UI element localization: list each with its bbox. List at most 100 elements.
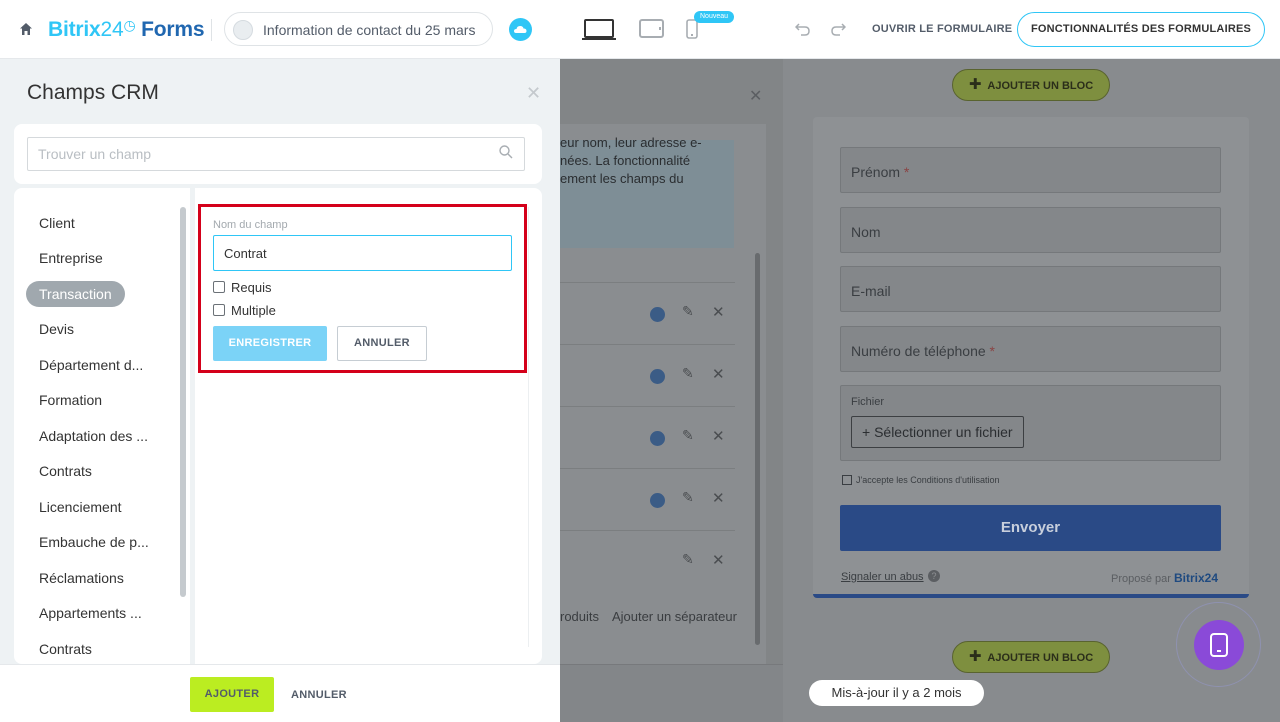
add-block-button-top[interactable]: ✚ AJOUTER UN BLOC: [952, 69, 1110, 101]
field-row[interactable]: ✎ ✕: [560, 468, 735, 530]
tablet-view-icon[interactable]: [639, 19, 664, 39]
category-item-client[interactable]: Client: [26, 210, 88, 236]
send-button[interactable]: Envoyer: [840, 505, 1221, 551]
category-item-company[interactable]: Entreprise: [26, 245, 116, 271]
crm-user-icon: [650, 431, 665, 446]
field-name-input[interactable]: [213, 235, 512, 271]
multiple-label: Multiple: [231, 303, 276, 318]
brand-name: Bitrix: [48, 18, 101, 41]
pencil-icon[interactable]: ✎: [682, 427, 694, 444]
search-icon[interactable]: [499, 145, 513, 159]
help-icon[interactable]: ?: [928, 570, 940, 582]
phone-field[interactable]: Numéro de téléphone *: [840, 326, 1221, 372]
last-updated-badge: Mis-à-jour il y a 2 mois: [809, 680, 984, 706]
add-block-label: AJOUTER UN BLOC: [987, 652, 1094, 664]
mobile-icon: [1210, 633, 1228, 657]
brand-suffix: Forms: [141, 18, 205, 41]
top-bar: Bitrix24◷ Forms Information de contact d…: [0, 0, 1280, 59]
mobile-preview-button[interactable]: [1194, 620, 1244, 670]
close-icon[interactable]: ✕: [749, 86, 762, 106]
category-item-complaints[interactable]: Réclamations: [26, 565, 137, 591]
delete-icon[interactable]: ✕: [712, 303, 725, 321]
required-label: Requis: [231, 280, 272, 295]
pencil-icon[interactable]: ✎: [682, 489, 694, 506]
slider-footer: AJOUTER ANNULER: [0, 664, 560, 722]
powered-brand: Bitrix24: [1174, 571, 1219, 585]
crm-user-icon: [650, 369, 665, 384]
category-item-contracts-2[interactable]: Contrats: [26, 636, 105, 662]
firstname-field[interactable]: Prénom *: [840, 147, 1221, 193]
category-item-deal[interactable]: Transaction: [26, 281, 125, 307]
home-icon[interactable]: [19, 22, 33, 36]
open-form-link[interactable]: OUVRIR LE FORMULAIRE: [872, 23, 1012, 35]
field-editor: Nom du champ Requis Multiple ENREGISTRER…: [198, 204, 527, 373]
email-field[interactable]: E-mail: [840, 266, 1221, 312]
pencil-icon[interactable]: ✎: [682, 551, 694, 568]
delete-icon[interactable]: ✕: [712, 489, 725, 507]
terms-label: J'accepte les Conditions d'utilisation: [856, 475, 1000, 485]
field-row[interactable]: ✎ ✕: [560, 282, 735, 344]
powered-by: Proposé par Bitrix24: [1111, 571, 1218, 585]
field-row[interactable]: ✎ ✕: [560, 344, 735, 406]
required-checkbox[interactable]: Requis: [213, 280, 271, 295]
form-features-button[interactable]: FONCTIONNALITÉS DES FORMULAIRES: [1017, 12, 1265, 47]
field-label: Numéro de téléphone: [851, 343, 986, 359]
save-button[interactable]: ENREGISTRER: [213, 326, 327, 361]
pencil-icon[interactable]: ✎: [682, 365, 694, 382]
crm-title: Champs CRM: [27, 81, 159, 104]
brand-divider: [211, 19, 212, 41]
category-item-apartments[interactable]: Appartements ...: [26, 600, 155, 626]
undo-icon[interactable]: [795, 22, 811, 36]
cloud-icon[interactable]: [509, 18, 532, 41]
crm-fields-slider: Champs CRM ✕ Client Entreprise Transacti…: [0, 59, 560, 722]
checkbox-icon: [213, 304, 225, 316]
plus-icon: ✚: [968, 76, 982, 93]
cancel-button[interactable]: ANNULER: [337, 326, 427, 361]
add-block-button-bottom[interactable]: ✚ AJOUTER UN BLOC: [952, 641, 1110, 673]
add-separator-link[interactable]: Ajouter un séparateur: [612, 609, 737, 624]
search-input[interactable]: [27, 137, 525, 171]
fields-scrollbar[interactable]: [755, 253, 760, 645]
form-preview: Prénom * Nom E-mail Numéro de téléphone …: [813, 117, 1249, 598]
powered-label: Proposé par: [1111, 573, 1171, 585]
report-abuse-link[interactable]: Signaler un abus: [841, 571, 924, 583]
redo-icon[interactable]: [830, 22, 846, 36]
terms-checkbox[interactable]: J'accepte les Conditions d'utilisation: [842, 475, 1000, 485]
category-item-onboarding[interactable]: Adaptation des ...: [26, 423, 161, 449]
delete-icon[interactable]: ✕: [712, 365, 725, 383]
close-icon[interactable]: ✕: [526, 83, 541, 104]
brand-24: 24: [100, 18, 124, 41]
fields-bottom-bar: [560, 664, 783, 722]
detail-divider: [528, 207, 529, 647]
select-file-button[interactable]: + Sélectionner un fichier: [851, 416, 1024, 448]
brand-logo: Bitrix24◷ Forms: [48, 17, 205, 42]
required-mark: *: [903, 164, 910, 180]
category-item-hiring[interactable]: Embauche de p...: [26, 529, 162, 555]
add-products-link[interactable]: roduits: [560, 609, 599, 624]
add-button[interactable]: AJOUTER: [190, 677, 274, 712]
field-label: Prénom: [851, 164, 901, 180]
category-item-quote[interactable]: Devis: [26, 316, 87, 342]
file-label: Fichier: [851, 396, 885, 408]
category-item-training[interactable]: Formation: [26, 387, 115, 413]
crm-user-icon: [650, 307, 665, 322]
category-item-department[interactable]: Département d...: [26, 352, 156, 378]
new-badge: Nouveau: [694, 11, 735, 23]
form-name: Information de contact du 25 mars: [263, 22, 476, 38]
multiple-checkbox[interactable]: Multiple: [213, 303, 276, 318]
category-item-contracts[interactable]: Contrats: [26, 458, 105, 484]
crm-user-icon: [650, 493, 665, 508]
category-list: Client Entreprise Transaction Devis Dépa…: [14, 188, 190, 664]
pencil-icon[interactable]: ✎: [682, 303, 694, 320]
lastname-field[interactable]: Nom: [840, 207, 1221, 253]
add-block-label: AJOUTER UN BLOC: [987, 80, 1094, 92]
footer-cancel-button[interactable]: ANNULER: [291, 689, 347, 701]
field-row[interactable]: ✎ ✕: [560, 530, 735, 592]
category-scrollbar[interactable]: [180, 207, 186, 597]
form-selector[interactable]: Information de contact du 25 mars: [224, 12, 493, 46]
delete-icon[interactable]: ✕: [712, 427, 725, 445]
desktop-view-icon[interactable]: [582, 19, 616, 41]
category-item-dismissal[interactable]: Licenciement: [26, 494, 135, 520]
delete-icon[interactable]: ✕: [712, 551, 725, 569]
field-row[interactable]: ✎ ✕: [560, 406, 735, 468]
